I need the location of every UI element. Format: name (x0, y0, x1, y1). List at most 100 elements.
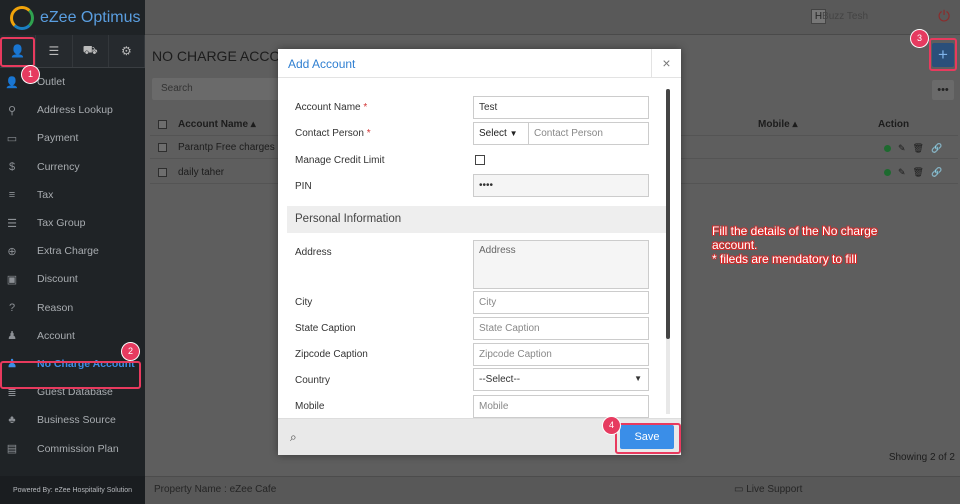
sidebar-item-label: Tax (37, 188, 54, 201)
row-actions: ✎ 🗑 🔗 (884, 143, 942, 154)
sidebar-item-label: Outlet (37, 76, 66, 89)
contact-person-field[interactable]: Contact Person (529, 122, 649, 145)
money-icon: ▤ (6, 443, 18, 456)
city-field[interactable]: City (473, 291, 649, 314)
sidebar-item-label: Address Lookup (37, 104, 113, 117)
sidebar-item-tax-group[interactable]: ☰ Tax Group (0, 209, 145, 237)
sidebar-item-label: Payment (37, 132, 79, 145)
zipcode-field[interactable]: Zipcode Caption (473, 343, 649, 366)
card-icon: ▭ (6, 132, 18, 145)
sidebar-item-discount[interactable]: ▣ Discount (0, 265, 145, 293)
gear-icon[interactable]: ⚙ (109, 35, 145, 67)
sidebar-item-payment[interactable]: ▭ Payment (0, 124, 145, 152)
sidebar-item-label: Account (37, 329, 75, 342)
scrollbar[interactable] (666, 89, 670, 414)
table-row-name[interactable]: daily taher (178, 167, 224, 178)
list-icon: ☰ (7, 217, 17, 230)
column-header-account-name[interactable]: Account Name ▴ (178, 119, 256, 130)
address-field[interactable]: Address (473, 240, 649, 289)
sidebar-item-label: Reason (37, 301, 74, 314)
sidebar-item-label: Extra Charge (37, 245, 99, 258)
caret-down-icon: ▼ (509, 129, 518, 138)
search-input[interactable]: Search (152, 78, 282, 100)
pin-icon: ⚲ (7, 104, 17, 117)
label-text: Account Name (295, 102, 361, 113)
contact-person-label: Contact Person * (295, 128, 371, 139)
state-field[interactable]: State Caption (473, 317, 649, 340)
live-support-link[interactable]: ▭ Live Support (734, 484, 802, 495)
page-title: NO CHARGE ACCOU (152, 48, 291, 64)
power-icon[interactable]: ⏻ (938, 8, 950, 25)
add-account-modal: Add Account × Account Name * Test Contac… (278, 49, 681, 455)
pin-label: PIN (295, 181, 312, 192)
powered-by: Powered By: eZee Hospitality Solution (0, 476, 145, 504)
pagination-info: Showing 2 of 2 (888, 452, 955, 463)
manage-credit-label: Manage Credit Limit (295, 155, 385, 166)
highlight-add-button (929, 38, 957, 71)
user-lock-icon: ♟ (7, 330, 17, 343)
trash-icon[interactable]: 🗑 (913, 143, 924, 154)
manage-credit-checkbox[interactable] (475, 155, 485, 165)
label-text: Contact Person (295, 128, 364, 139)
top-bar: H Buzz Tesh ⏻ (145, 0, 960, 35)
question-icon: ? (8, 301, 16, 314)
scrollbar-thumb[interactable] (666, 89, 670, 339)
cart-icon[interactable]: ⛟ (73, 35, 109, 67)
sidebar-item-currency[interactable]: $ Currency (0, 153, 145, 181)
link-icon[interactable]: 🔗 (931, 143, 942, 154)
account-name-field[interactable]: Test (473, 96, 649, 119)
row-checkbox[interactable] (158, 143, 167, 152)
column-header-mobile[interactable]: Mobile ▴ (758, 119, 797, 130)
sidebar-item-address-lookup[interactable]: ⚲ Address Lookup (0, 96, 145, 124)
lines-icon: ≡ (8, 188, 16, 201)
column-header-action: Action (878, 119, 910, 130)
instruction-line-1: Fill the details of the No charge accoun… (712, 224, 878, 252)
caret-down-icon: ▼ (634, 374, 642, 383)
more-options-button[interactable]: ••• (932, 80, 954, 100)
status-dot-icon (884, 169, 891, 176)
person-icon: 👤 (5, 76, 19, 89)
logo-icon (10, 5, 34, 30)
select-all-checkbox[interactable] (158, 120, 167, 129)
sidebar-item-label: Currency (37, 160, 80, 173)
country-select[interactable]: --Select-- ▼ (473, 368, 649, 391)
trash-icon[interactable]: 🗑 (913, 167, 924, 178)
modal-body: Account Name * Test Contact Person * Sel… (287, 88, 667, 418)
list-icon[interactable]: ☰ (36, 35, 73, 67)
highlight-no-charge-account (0, 361, 141, 389)
sidebar-item-label: Commission Plan (37, 442, 119, 455)
zipcode-label: Zipcode Caption (295, 349, 368, 360)
edit-icon[interactable]: ✎ (898, 143, 906, 154)
brand-logo[interactable]: eZee Optimus (0, 0, 145, 35)
instruction-note: Fill the details of the No charge accoun… (712, 224, 902, 266)
country-label: Country (295, 375, 331, 386)
search-icon[interactable]: ⌕ (290, 430, 297, 445)
pin-field[interactable]: •••• (473, 174, 649, 197)
row-checkbox[interactable] (158, 168, 167, 177)
chat-icon: ▭ (734, 484, 747, 495)
close-icon[interactable]: × (651, 49, 681, 78)
link-icon[interactable]: 🔗 (931, 167, 942, 178)
mobile-field[interactable]: Mobile (473, 395, 649, 418)
step-badge-2: 2 (122, 343, 139, 360)
title-select[interactable]: Select ▼ (473, 122, 529, 145)
sidebar-item-reason[interactable]: ? Reason (0, 294, 145, 322)
sidebar-item-commission-plan[interactable]: ▤ Commission Plan (0, 434, 145, 462)
sidebar-item-label: Discount (37, 273, 78, 286)
table-row-name[interactable]: Parantp Free charges :) (178, 142, 284, 153)
sidebar-item-extra-charge[interactable]: ⊕ Extra Charge (0, 237, 145, 265)
gift-icon: ▣ (6, 273, 18, 286)
brand-name: eZee Optimus (40, 8, 141, 26)
step-badge-3: 3 (911, 30, 928, 47)
sidebar-item-business-source[interactable]: ♣ Business Source (0, 406, 145, 434)
footer: Property Name : eZee Cafe ▭ Live Support (145, 476, 960, 504)
step-badge-4: 4 (603, 417, 620, 434)
plus-circle-icon: ⊕ (7, 245, 17, 258)
highlight-user-tab (0, 37, 35, 67)
instruction-line-2: * fileds are mendatory to fill (712, 252, 857, 266)
user-name[interactable]: Buzz Tesh (822, 11, 868, 22)
edit-icon[interactable]: ✎ (898, 167, 906, 178)
dollar-icon: $ (8, 160, 16, 173)
required-mark: * (366, 128, 371, 139)
sidebar-item-tax[interactable]: ≡ Tax (0, 181, 145, 209)
